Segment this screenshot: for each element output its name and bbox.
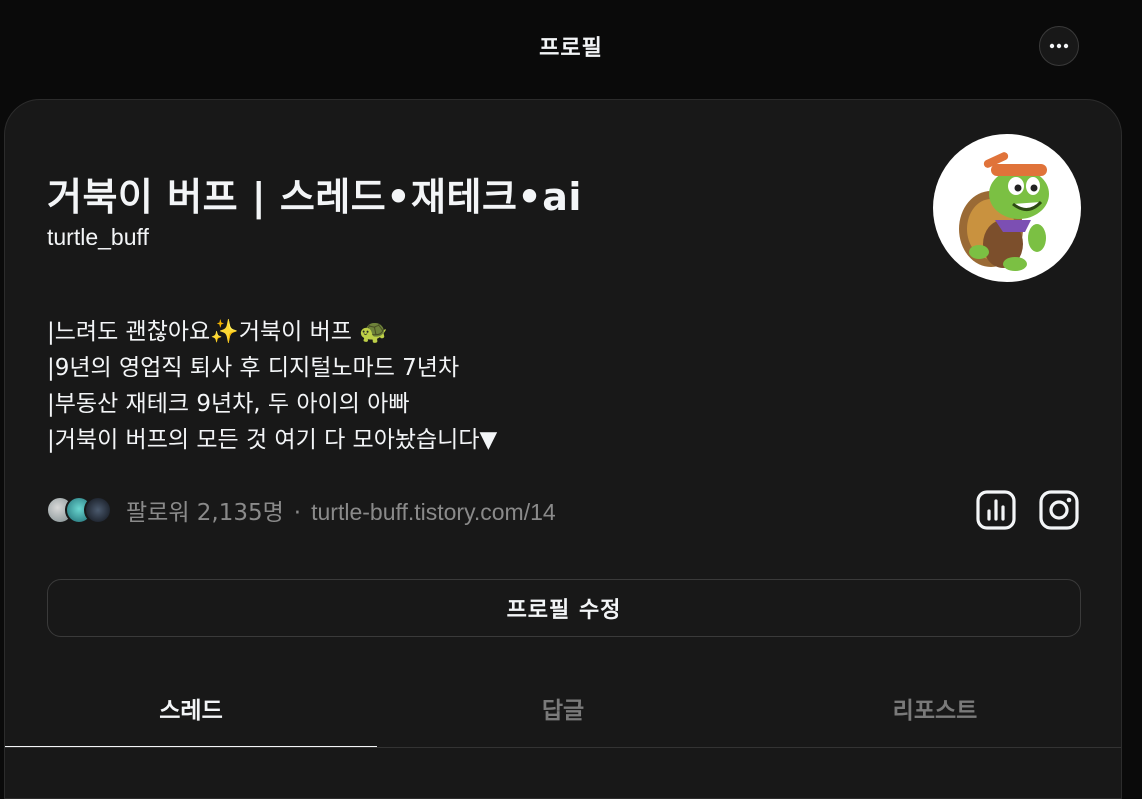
edit-profile-button[interactable]: 프로필 수정 [47,579,1081,637]
tab-threads[interactable]: 스레드 [5,668,377,748]
bio-line: |거북이 버프의 모든 것 여기 다 모아놨습니다▼ [47,427,498,453]
instagram-button[interactable] [1038,489,1080,531]
more-options-button[interactable] [1039,26,1079,66]
instagram-icon [1039,490,1079,530]
followers-count[interactable]: 팔로워 2,135명 [126,500,284,526]
tab-reposts[interactable]: 리포스트 [749,668,1121,748]
profile-tabs: 스레드 답글 리포스트 [5,668,1121,748]
bio-line: |느려도 괜찮아요✨거북이 버프 🐢 [47,319,388,345]
tabs-divider [5,747,1121,748]
follower-avatar [84,496,112,524]
top-bar: 프로필 [0,0,1142,96]
follower-avatars[interactable] [46,496,112,524]
followers-row: 팔로워 2,135명 · turtle-buff.tistory.com/14 [46,490,556,530]
insights-button[interactable] [975,489,1017,531]
insights-icon [976,490,1016,530]
profile-name: 거북이 버프 | 스레드•재테크•ai [47,175,582,219]
profile-bio: |느려도 괜찮아요✨거북이 버프 🐢 |9년의 영업직 퇴사 후 디지털노마드 … [47,314,497,458]
profile-link[interactable]: turtle-buff.tistory.com/14 [311,499,556,525]
separator: · [293,500,302,526]
profile-card: 거북이 버프 | 스레드•재테크•ai turtle_buff |느려도 괜찮아… [4,99,1122,799]
tab-replies[interactable]: 답글 [377,668,749,748]
bio-line: |9년의 영업직 퇴사 후 디지털노마드 7년차 [47,355,460,381]
turtle-avatar-image [959,152,1049,271]
bio-line: |부동산 재테크 9년차, 두 아이의 아빠 [47,391,410,417]
page-title: 프로필 [539,36,603,61]
more-options-icon [1049,43,1069,49]
avatar[interactable] [933,134,1081,282]
profile-handle: turtle_buff [47,224,149,250]
